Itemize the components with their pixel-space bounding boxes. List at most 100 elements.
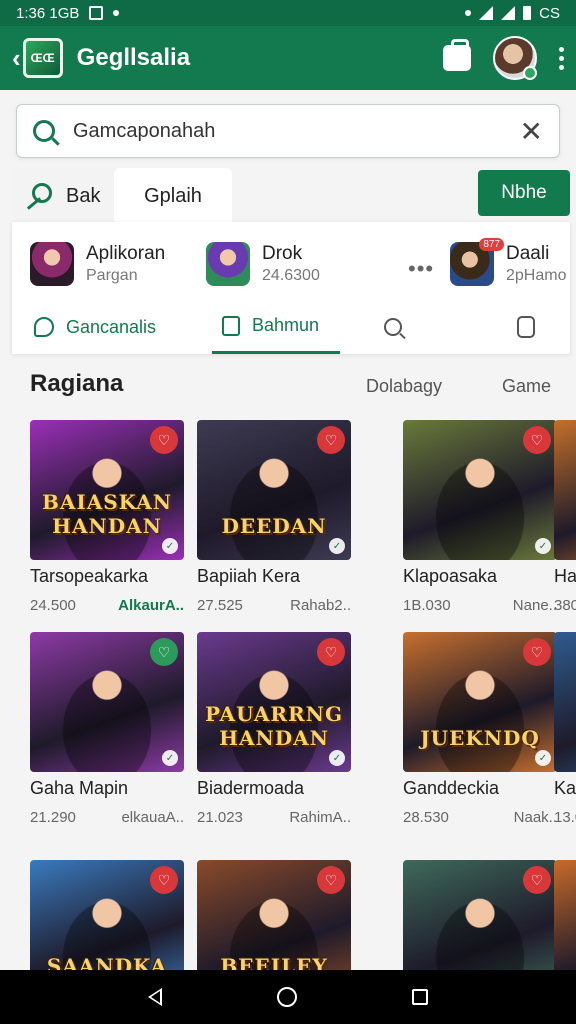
favorite-icon[interactable]: ♡ bbox=[150, 638, 178, 666]
home-icon[interactable] bbox=[276, 987, 297, 1007]
featured-app-title: Daali bbox=[506, 243, 550, 264]
game-tile[interactable]: DEEDAN ♡ ✓ Bapiiah Kera 27.525 Rahab2.. bbox=[197, 420, 351, 614]
installed-check-icon: ✓ bbox=[162, 538, 178, 554]
recent-apps-icon[interactable] bbox=[412, 989, 429, 1005]
favorite-icon[interactable]: ♡ bbox=[317, 638, 345, 666]
notification-icon bbox=[89, 6, 104, 20]
favorite-icon[interactable]: ♡ bbox=[523, 426, 551, 454]
game-size: 21.290 bbox=[30, 809, 76, 826]
game-tile[interactable] bbox=[554, 860, 576, 970]
game-art-lettering: BEEILEY bbox=[220, 954, 328, 970]
game-cover-image: SAANDKA♡✓ bbox=[30, 860, 184, 970]
favorite-icon[interactable]: ♡ bbox=[150, 866, 178, 894]
game-publisher: Rahab2.. bbox=[290, 597, 351, 614]
game-size: 28.530 bbox=[403, 809, 449, 826]
featured-app-title: Aplikoran bbox=[86, 243, 166, 264]
game-title: Ganddeckia bbox=[403, 778, 500, 798]
favorite-icon[interactable]: ♡ bbox=[150, 426, 178, 454]
game-tile[interactable]: PAUARRNG HANDAN ♡ ✓ Biadermoada 21.023 RahimA… bbox=[197, 632, 351, 826]
featured-app[interactable]: 877 Daali 2pHamo bbox=[450, 238, 567, 286]
game-meta: 24.500 AlkaurA.. bbox=[30, 597, 184, 614]
game-meta: 13.0 bbox=[554, 809, 576, 826]
featured-app-title: Drok bbox=[262, 243, 303, 264]
game-cover-image: BAIASKAN HANDAN ♡ ✓ bbox=[30, 420, 184, 560]
featured-apps-row: Aplikoran Pargan Drok 24.6300 ••• 877 Da… bbox=[30, 238, 570, 292]
game-tile[interactable]: ♡✓ bbox=[403, 860, 557, 970]
installed-check-icon: ✓ bbox=[329, 538, 345, 554]
featured-app-subtitle: 2pHamo bbox=[506, 267, 567, 284]
featured-app[interactable]: Aplikoran Pargan bbox=[30, 242, 165, 286]
installed-check-icon: ✓ bbox=[535, 538, 551, 554]
nbhe-button[interactable]: Nbhe bbox=[478, 170, 570, 216]
wifi-icon bbox=[479, 6, 494, 20]
chat-bubble-icon bbox=[34, 317, 54, 337]
favorite-icon[interactable]: ♡ bbox=[523, 866, 551, 894]
game-publisher: RahimA.. bbox=[289, 809, 351, 826]
game-cover-image: ♡✓ bbox=[403, 860, 557, 970]
shopping-bag-icon[interactable] bbox=[443, 39, 471, 71]
game-size: 13.0 bbox=[554, 809, 576, 826]
game-cover-image bbox=[554, 420, 576, 560]
game-meta: 28.530 Naak.. bbox=[403, 809, 557, 826]
more-options-icon[interactable] bbox=[559, 46, 564, 70]
game-size: 1B.030 bbox=[403, 597, 451, 614]
tab-label: Gancanalis bbox=[66, 316, 157, 337]
featured-app[interactable]: Drok 24.6300 bbox=[206, 242, 320, 286]
game-grid: BAIASKAN HANDAN ♡ ✓ Tarsopeakarka 24.500 Alka… bbox=[30, 420, 576, 970]
game-tile[interactable]: BAIASKAN HANDAN ♡ ✓ Tarsopeakarka 24.500 Alka… bbox=[30, 420, 184, 614]
favorite-icon[interactable]: ♡ bbox=[317, 866, 345, 894]
tab-gplaih-label: Gplaih bbox=[144, 184, 202, 207]
app-title: Gegllsalia bbox=[76, 44, 191, 71]
tab-bahmun[interactable]: Bahmun bbox=[212, 300, 340, 354]
tab-label: Bahmun bbox=[252, 315, 320, 335]
search-input[interactable] bbox=[73, 119, 520, 143]
game-meta: 21.290 elkauaA.. bbox=[30, 809, 184, 826]
back-icon[interactable] bbox=[147, 988, 162, 1006]
installed-check-icon: ✓ bbox=[329, 750, 345, 766]
favorite-icon[interactable]: ♡ bbox=[317, 426, 345, 454]
section-link-game[interactable]: Game bbox=[502, 376, 551, 397]
installed-check-icon: ✓ bbox=[535, 750, 551, 766]
game-art-lettering: JUEKNDQ bbox=[420, 726, 540, 750]
tab-gancanalis[interactable]: Gancanalis bbox=[34, 300, 168, 354]
app-logo[interactable]: ŒŒ bbox=[22, 38, 63, 78]
game-size: 380 bbox=[554, 597, 576, 614]
game-tile[interactable]: BEEILEY♡✓ bbox=[197, 860, 351, 970]
game-publisher: AlkaurA.. bbox=[118, 597, 184, 614]
tab-search[interactable] bbox=[384, 300, 402, 354]
game-tile[interactable]: Ka 13.0 bbox=[554, 632, 576, 826]
clear-search-icon[interactable]: ✕ bbox=[520, 115, 543, 148]
more-dots-icon[interactable]: ••• bbox=[408, 256, 434, 282]
game-cover-image: DEEDAN ♡ ✓ bbox=[197, 420, 351, 560]
game-tile[interactable]: ♡ ✓ Klapoasaka 1B.030 Nane.. bbox=[403, 420, 557, 614]
favorite-icon[interactable]: ♡ bbox=[523, 638, 551, 666]
tab-lock[interactable] bbox=[517, 300, 535, 354]
tab-strip: Bak Gplaih Nbhe bbox=[12, 168, 570, 224]
back-chevron-icon[interactable]: ‹ bbox=[12, 43, 21, 74]
game-tile[interactable]: SAANDKA♡✓ bbox=[30, 860, 184, 970]
status-time: 1:36 1GB bbox=[16, 4, 80, 22]
app-thumbnail: 877 bbox=[450, 238, 504, 286]
avatar[interactable] bbox=[493, 36, 537, 80]
alarm-icon bbox=[465, 10, 472, 16]
game-cover-image: ♡✓ bbox=[30, 632, 184, 772]
game-cover-image: ♡✓ bbox=[403, 420, 557, 560]
search-bar: ✕ bbox=[16, 104, 560, 158]
game-meta: 1B.030 Nane.. bbox=[403, 597, 557, 614]
game-title: Bapiiah Kera bbox=[197, 566, 301, 586]
game-tile[interactable]: JUEKNDQ ♡ ✓ Ganddeckia 28.530 Naak.. bbox=[403, 632, 557, 826]
system-navigation-bar bbox=[0, 970, 576, 1024]
featured-app-subtitle: Pargan bbox=[86, 267, 138, 284]
tab-bak[interactable]: Bak bbox=[12, 168, 122, 224]
game-tile[interactable]: ♡ ✓ Gaha Mapin 21.290 elkauaA.. bbox=[30, 632, 184, 826]
notification-badge: 877 bbox=[479, 238, 504, 251]
tab-gplaih[interactable]: Gplaih bbox=[114, 168, 232, 224]
lock-icon bbox=[517, 316, 535, 338]
section-link-dolabagy[interactable]: Dolabagy bbox=[366, 376, 442, 397]
game-title: Ka bbox=[554, 778, 576, 798]
featured-card: Aplikoran Pargan Drok 24.6300 ••• 877 Da… bbox=[12, 222, 570, 354]
game-title: Tarsopeakarka bbox=[30, 566, 149, 586]
game-tile[interactable]: Ha 380 bbox=[554, 420, 576, 614]
game-title: Biadermoada bbox=[197, 778, 305, 798]
game-cover-image: JUEKNDQ ♡ ✓ bbox=[403, 632, 557, 772]
